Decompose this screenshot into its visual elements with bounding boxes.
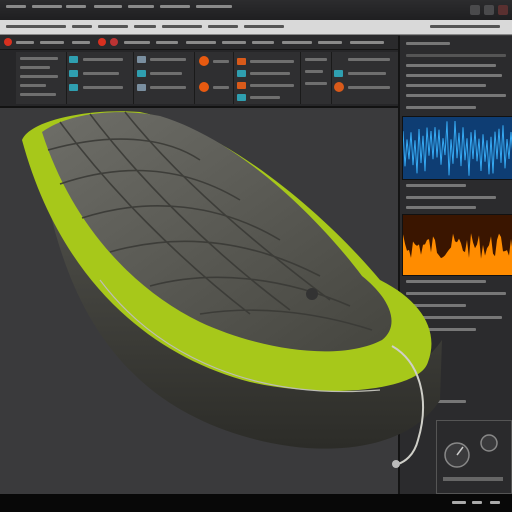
channel-led xyxy=(69,84,78,91)
channel-row xyxy=(250,60,294,63)
menu-bar xyxy=(0,20,512,35)
toolbar-item-3[interactable] xyxy=(72,41,90,44)
toolbar-item-9[interactable] xyxy=(282,41,312,44)
tray-icon[interactable] xyxy=(490,501,500,504)
menu-text-4 xyxy=(134,25,156,28)
channel-row xyxy=(250,72,290,75)
channel-row xyxy=(20,57,58,60)
toolbar-item-4[interactable] xyxy=(124,41,150,44)
channel-row xyxy=(20,84,46,87)
toolbar-item-2[interactable] xyxy=(40,41,64,44)
channel-row xyxy=(305,82,327,85)
channel-row xyxy=(348,72,386,75)
channel-row xyxy=(20,66,50,69)
title-bar xyxy=(0,0,512,21)
knob-icon[interactable] xyxy=(199,56,209,66)
channel-row xyxy=(305,58,327,61)
channel-row xyxy=(83,72,119,75)
channel-row xyxy=(250,84,294,87)
channel-row xyxy=(83,58,123,61)
panel-row xyxy=(406,74,502,77)
close-icon[interactable] xyxy=(498,5,508,15)
menu-text-7 xyxy=(244,25,284,28)
channel-row xyxy=(83,86,123,89)
channel-led xyxy=(137,56,146,63)
sleeping-bag-image xyxy=(22,111,442,468)
channel-led xyxy=(137,70,146,77)
track-label[interactable] xyxy=(128,5,154,8)
channel-led xyxy=(69,70,78,77)
mixer-channel-1[interactable] xyxy=(16,52,67,104)
mix-label[interactable] xyxy=(160,5,190,8)
panel-row xyxy=(406,84,486,87)
menu-text-2 xyxy=(72,25,92,28)
channel-led xyxy=(137,84,146,91)
mixer-channel-5[interactable] xyxy=(234,52,301,104)
toolbar-item-1[interactable] xyxy=(16,41,34,44)
panel-row xyxy=(406,54,506,57)
menu-text-1 xyxy=(6,25,66,28)
toolbar-item-7[interactable] xyxy=(222,41,246,44)
channel-row xyxy=(213,86,229,89)
channel-row xyxy=(348,86,390,89)
channel-row xyxy=(20,75,58,78)
channel-row xyxy=(305,70,323,73)
toolbar-item-10[interactable] xyxy=(318,41,342,44)
channel-row xyxy=(213,60,229,63)
channel-led xyxy=(237,70,246,77)
toolbar-item-8[interactable] xyxy=(252,41,274,44)
record-arm-icon-2[interactable] xyxy=(110,38,118,46)
minimize-icon[interactable] xyxy=(470,5,480,15)
channel-led xyxy=(69,56,78,63)
toolbar-item-6[interactable] xyxy=(186,41,216,44)
menu-text-5 xyxy=(162,25,202,28)
taskbar xyxy=(0,494,512,512)
channel-led xyxy=(237,82,246,89)
knob-icon[interactable] xyxy=(199,82,209,92)
channel-row xyxy=(150,72,182,75)
mixer-channel-3[interactable] xyxy=(134,52,195,104)
menu-text-3 xyxy=(98,25,128,28)
channel-row xyxy=(150,58,186,61)
file-label[interactable] xyxy=(32,5,62,8)
maximize-icon[interactable] xyxy=(484,5,494,15)
channel-row xyxy=(20,93,56,96)
record-icon[interactable] xyxy=(4,38,12,46)
mixer-channel-6[interactable] xyxy=(301,52,332,104)
channel-row xyxy=(150,86,186,89)
panel-row xyxy=(406,42,450,45)
menu-text-right xyxy=(430,25,500,28)
panel-row xyxy=(406,64,496,67)
mixer-channel-7[interactable] xyxy=(332,52,399,104)
channel-led xyxy=(334,70,343,77)
tray-icon[interactable] xyxy=(472,501,482,504)
menu-text-6 xyxy=(208,25,238,28)
toolbar xyxy=(0,35,400,50)
view-label[interactable] xyxy=(94,5,122,8)
toolbar-item-5[interactable] xyxy=(156,41,178,44)
channel-row xyxy=(348,58,390,61)
mixer-channel-4[interactable] xyxy=(195,52,234,104)
knob-icon[interactable] xyxy=(334,82,344,92)
channel-led xyxy=(237,58,246,65)
record-arm-icon[interactable] xyxy=(98,38,106,46)
tray-icon[interactable] xyxy=(452,501,466,504)
channel-row xyxy=(250,96,280,99)
toolbar-item-11[interactable] xyxy=(350,41,384,44)
mixer-channel-2[interactable] xyxy=(67,52,134,104)
panel-row xyxy=(406,94,506,97)
edit-label[interactable] xyxy=(66,5,86,8)
window-label[interactable] xyxy=(196,5,232,8)
app-menu-label[interactable] xyxy=(6,5,26,8)
